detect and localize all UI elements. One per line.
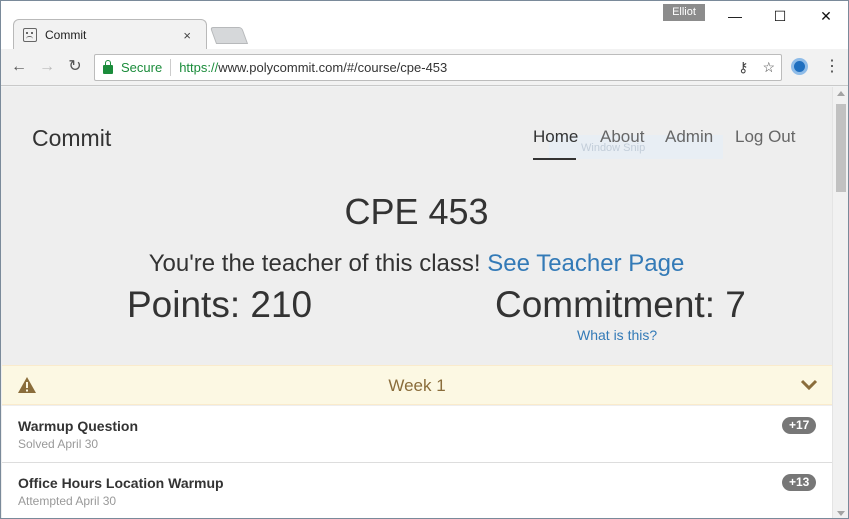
brand-logo[interactable]: Commit bbox=[32, 125, 111, 152]
browser-toolbar: ← → ↻ Secure https:// www.polycommit.com… bbox=[1, 49, 848, 86]
minimize-button[interactable]: — bbox=[721, 5, 749, 27]
secure-label: Secure bbox=[121, 60, 163, 75]
item-title: Warmup Question bbox=[18, 418, 139, 434]
points-badge: +13 bbox=[782, 474, 817, 491]
list-item[interactable]: Warmup Question Solved April 30 +17 bbox=[2, 406, 832, 463]
course-title: CPE 453 bbox=[344, 191, 489, 232]
scroll-up-icon[interactable] bbox=[837, 91, 845, 96]
scroll-thumb[interactable] bbox=[836, 104, 846, 192]
item-status: Solved April 30 bbox=[18, 437, 99, 451]
favicon-icon bbox=[23, 28, 37, 42]
active-nav-underline bbox=[533, 158, 576, 160]
close-window-button[interactable]: ✕ bbox=[812, 5, 840, 27]
tab-commit[interactable]: Commit × bbox=[11, 21, 201, 49]
browser-window: Commit × Elliot — ☐ ✕ ← → ↻ Secure https… bbox=[0, 0, 849, 519]
page-viewport: Commit Window Snip Home About Admin Log … bbox=[1, 87, 832, 518]
list-item[interactable]: Office Hours Location Warmup Attempted A… bbox=[2, 463, 832, 518]
nav-home[interactable]: Home bbox=[533, 127, 578, 147]
nav-logout[interactable]: Log Out bbox=[735, 127, 796, 147]
profile-badge[interactable]: Elliot bbox=[663, 4, 705, 21]
maximize-button[interactable]: ☐ bbox=[766, 5, 794, 27]
tab-close-icon[interactable]: × bbox=[183, 28, 191, 43]
commitment-display: Commitment: 7 bbox=[495, 284, 746, 325]
extension-icon[interactable] bbox=[791, 58, 808, 75]
what-is-this-link[interactable]: What is this? bbox=[577, 327, 657, 343]
teacher-page-link[interactable]: See Teacher Page bbox=[487, 250, 684, 277]
reload-icon[interactable]: ↻ bbox=[65, 57, 85, 77]
scroll-down-icon[interactable] bbox=[837, 511, 845, 516]
tab-title: Commit bbox=[45, 28, 87, 42]
points-display: Points: 210 bbox=[127, 284, 313, 325]
browser-menu-icon[interactable]: ⋮ bbox=[824, 57, 840, 77]
chevron-down-icon[interactable] bbox=[799, 377, 819, 393]
url-scheme: https:// bbox=[179, 60, 219, 75]
nav-about[interactable]: About bbox=[600, 127, 644, 147]
title-bar: Commit × Elliot — ☐ ✕ bbox=[1, 1, 848, 49]
item-status: Attempted April 30 bbox=[18, 494, 117, 508]
week-title: Week 1 bbox=[388, 376, 446, 395]
lock-icon bbox=[103, 60, 113, 74]
key-icon[interactable]: ⚷ bbox=[738, 59, 748, 76]
url-text: www.polycommit.com/#/course/cpe-453 bbox=[218, 60, 448, 75]
bookmark-star-icon[interactable]: ☆ bbox=[762, 59, 775, 76]
omnibox-divider bbox=[170, 59, 172, 76]
teacher-notice: You're the teacher of this class! See Te… bbox=[1, 250, 832, 278]
forward-icon[interactable]: → bbox=[37, 57, 57, 77]
week-panel-header[interactable]: Week 1 bbox=[2, 365, 832, 405]
nav-admin[interactable]: Admin bbox=[665, 127, 713, 147]
address-bar[interactable]: Secure https:// www.polycommit.com/#/cou… bbox=[94, 54, 782, 81]
back-icon[interactable]: ← bbox=[9, 57, 29, 77]
page-scrollbar[interactable] bbox=[832, 87, 848, 518]
new-tab-button[interactable] bbox=[209, 27, 249, 44]
points-badge: +17 bbox=[782, 417, 817, 434]
omnibox-icons: ⚷ ☆ bbox=[738, 59, 775, 76]
teacher-text: You're the teacher of this class! bbox=[148, 250, 481, 277]
item-title: Office Hours Location Warmup bbox=[18, 475, 224, 491]
